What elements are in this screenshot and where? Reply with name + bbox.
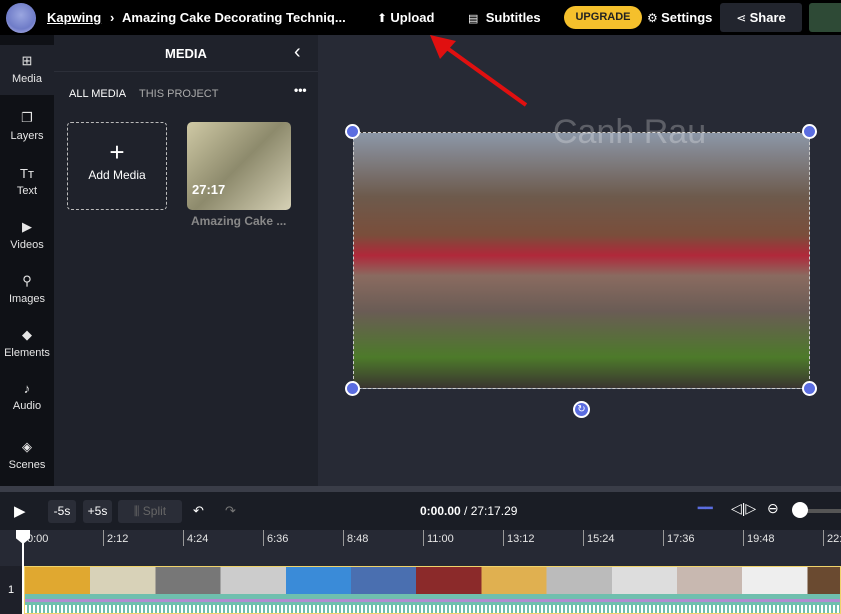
clip-thumbnails [25, 567, 840, 594]
more-icon[interactable]: ••• [294, 83, 307, 97]
redo-icon[interactable]: ↷ [225, 503, 236, 519]
media-thumbnail[interactable]: 27:17 [187, 122, 291, 210]
split-icon: ⫼ [133, 504, 140, 518]
share-icon: ⋖ [736, 11, 747, 25]
ruler-tick: 17:36 [663, 530, 695, 546]
ruler-tick: 15:24 [583, 530, 615, 546]
collapse-chevron-icon[interactable]: ‹ [294, 41, 301, 64]
back-5s-button[interactable]: -5s [48, 500, 76, 523]
forward-5s-button[interactable]: +5s [83, 500, 112, 523]
avatar[interactable] [6, 3, 36, 33]
left-rail: ⊞ Media ❐ Layers Tт Text ▶ Videos ⚲ Images ◆ E… [0, 35, 54, 486]
project-title[interactable]: Amazing Cake Decorating Techniq... [122, 10, 346, 25]
rail-item-media[interactable]: ⊞ Media [0, 45, 54, 95]
tab-this-project[interactable]: THIS PROJECT [139, 88, 218, 100]
top-bar: Kapwing › Amazing Cake Decorating Techni… [0, 0, 841, 35]
music-note-icon: ♪ [23, 381, 31, 396]
rail-item-layers[interactable]: ❐ Layers [0, 110, 54, 142]
ruler-tick: 13:12 [503, 530, 535, 546]
rail-item-images[interactable]: ⚲ Images [0, 273, 54, 305]
upgrade-button[interactable]: UPGRADE [564, 6, 642, 29]
time-display: 0:00.00 / 27:17.29 [420, 504, 518, 518]
media-name: Amazing Cake ... [191, 214, 287, 228]
plus-icon: + [109, 137, 125, 167]
snap-icon[interactable]: ━━ [698, 501, 712, 515]
video-track-clip[interactable] [24, 566, 841, 614]
search-icon: ⚲ [22, 273, 32, 288]
audio-divider [25, 599, 840, 602]
rotate-icon[interactable]: ↻ [573, 401, 590, 418]
gear-icon: ⚙ [647, 11, 658, 25]
stack-icon: ◈ [22, 439, 32, 454]
divider [54, 71, 318, 72]
upload-icon: ⬆ [377, 11, 388, 25]
rail-item-text[interactable]: Tт Text [0, 166, 54, 197]
resize-handle-bottom-left[interactable] [345, 381, 360, 396]
rail-item-scenes[interactable]: ◈ Scenes [0, 439, 54, 471]
ruler-tick: 8:48 [343, 530, 368, 546]
resize-handle-top-right[interactable] [802, 124, 817, 139]
media-plus-icon: ⊞ [21, 53, 33, 68]
ruler-tick: 11:00 [423, 530, 454, 546]
rail-item-audio[interactable]: ♪ Audio [0, 381, 54, 412]
settings-button[interactable]: ⚙ Settings [647, 10, 712, 25]
panel-title: MEDIA [165, 46, 207, 61]
video-preview[interactable] [353, 132, 810, 389]
layers-icon: ❐ [21, 110, 33, 125]
timeline-controls: ▶ -5s +5s ⫼ Split ↶ ↷ 0:00.00 / 27:17.29… [0, 492, 841, 530]
add-media-button[interactable]: + Add Media [67, 122, 167, 210]
timeline: 0:00 2:12 4:24 6:36 8:48 11:00 13:12 15:24 17:36… [0, 530, 841, 614]
split-button[interactable]: ⫼ Split [118, 500, 182, 523]
red-arrow-annotation [430, 35, 528, 107]
rail-item-videos[interactable]: ▶ Videos [0, 219, 54, 251]
track-number: 1 [0, 566, 22, 614]
subtitles-button[interactable]: ▤ Subtitles [468, 10, 541, 25]
shapes-icon: ◆ [22, 327, 32, 342]
resize-handle-top-left[interactable] [345, 124, 360, 139]
upload-button[interactable]: ⬆ Upload [377, 10, 434, 25]
ruler-tick: 22:00 [823, 530, 841, 546]
ruler-tick: 4:24 [183, 530, 208, 546]
zoom-slider-thumb[interactable] [792, 502, 808, 518]
media-panel: MEDIA ‹ ALL MEDIA THIS PROJECT ••• + Add… [54, 35, 318, 486]
ruler-tick: 2:12 [103, 530, 128, 546]
media-duration: 27:17 [192, 182, 226, 197]
resize-handle-bottom-right[interactable] [802, 381, 817, 396]
canvas-area: Canh Rau ↻ [318, 35, 841, 486]
export-button[interactable] [809, 3, 841, 32]
play-icon[interactable]: ▶ [14, 502, 26, 520]
watermark: Canh Rau [553, 113, 707, 151]
text-icon: Tт [20, 166, 34, 181]
ruler-tick: 19:48 [743, 530, 775, 546]
zoom-out-icon[interactable]: ⊖ [767, 500, 779, 517]
split-view-icon[interactable]: ◁|▷ [731, 500, 756, 517]
ruler-tick: 6:36 [263, 530, 288, 546]
undo-icon[interactable]: ↶ [193, 503, 204, 519]
share-button[interactable]: ⋖ Share [720, 3, 802, 32]
subtitles-icon: ▤ [468, 13, 479, 25]
video-icon: ▶ [22, 219, 32, 234]
rail-item-elements[interactable]: ◆ Elements [0, 327, 54, 359]
tab-all-media[interactable]: ALL MEDIA [69, 88, 126, 100]
brand-link[interactable]: Kapwing [47, 10, 101, 25]
audio-waveform [25, 605, 840, 613]
chevron-right-icon: › [110, 10, 115, 25]
